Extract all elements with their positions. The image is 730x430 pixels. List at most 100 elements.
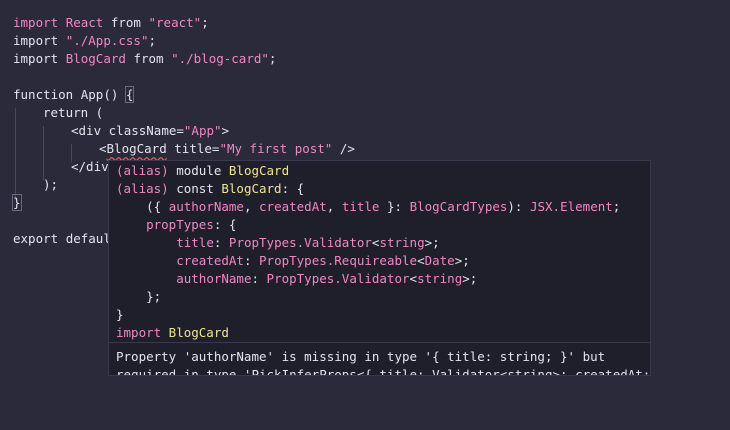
jsx-attr: title — [166, 141, 212, 156]
token: : — [251, 271, 267, 286]
token: < — [417, 253, 425, 268]
token: PropTypes.Validator — [228, 235, 372, 250]
token: }; — [116, 289, 162, 304]
string: "./App.css" — [65, 33, 149, 48]
code-line-6: return ( — [43, 104, 103, 122]
keyword: from — [133, 51, 164, 66]
error-message-continued: required in type 'PickInferProps<{ title… — [116, 367, 651, 376]
token: JSX.Element — [529, 199, 613, 214]
code-line-10: ); — [43, 176, 58, 194]
punct: > — [221, 123, 230, 138]
punct: ( — [88, 105, 104, 120]
jsx-close-tag: </div — [71, 159, 109, 174]
token: : — [243, 253, 260, 268]
string: "./blog-card" — [171, 51, 269, 66]
token: ): — [507, 199, 530, 214]
hover-line: ({ authorName, createdAt, title }: BlogC… — [116, 198, 620, 216]
punct: /> — [332, 141, 355, 156]
string: "App" — [183, 123, 222, 138]
code-line-7: <div className="App"> — [71, 122, 229, 140]
token: authorName — [176, 271, 252, 286]
punct: () — [103, 87, 126, 102]
keyword: defaul — [65, 231, 111, 246]
hover-line: (alias) const BlogCard: { — [116, 180, 304, 198]
code-editor[interactable]: import React from "react"; import "./App… — [0, 0, 730, 430]
function-name: App — [80, 87, 104, 102]
hover-line: createdAt: PropTypes.Requireable<Date>; — [116, 252, 470, 270]
token: , — [326, 199, 342, 214]
token: >; — [424, 235, 440, 250]
hover-line: } — [116, 306, 124, 324]
hover-tooltip[interactable]: (alias) module BlogCard (alias) const Bl… — [108, 160, 651, 376]
token: BlogCardTypes — [409, 199, 508, 214]
token: title — [176, 235, 214, 250]
punct: ); — [43, 177, 59, 192]
token: }: — [379, 199, 410, 214]
token: BlogCard — [228, 163, 290, 178]
hover-line: propTypes: { — [116, 216, 236, 234]
token: >; — [462, 271, 478, 286]
hover-line: title: PropTypes.Validator<string>; — [116, 234, 440, 252]
error-message: Property 'authorName' is missing in type… — [116, 349, 606, 364]
error-underlined-component[interactable]: BlogCard — [107, 141, 167, 156]
jsx-attr: className — [108, 123, 177, 138]
token: module — [168, 163, 229, 178]
code-line-8: <BlogCard title="My first post" /> — [99, 140, 355, 158]
tooltip-divider — [109, 342, 650, 343]
keyword: import — [13, 15, 59, 30]
identifier: BlogCard — [65, 51, 126, 66]
token: } — [116, 307, 124, 322]
token: Date — [424, 253, 455, 268]
token: ; — [612, 199, 621, 214]
token: BlogCard — [161, 325, 229, 340]
keyword: return — [43, 105, 89, 120]
matched-bracket: } — [12, 194, 22, 211]
token: const — [168, 181, 222, 196]
punct: ; — [268, 51, 277, 66]
token: import — [116, 325, 162, 340]
keyword: import — [13, 51, 59, 66]
string: "My first post" — [219, 141, 333, 156]
punct: ; — [148, 33, 157, 48]
token: : — [213, 235, 229, 250]
hover-line: import BlogCard — [116, 324, 229, 342]
token: PropTypes.Requireable — [259, 253, 418, 268]
hover-line: }; — [116, 288, 161, 306]
hover-line: (alias) module BlogCard — [116, 162, 289, 180]
code-line-1: import React from "react"; — [13, 14, 209, 32]
punct: = — [176, 123, 184, 138]
code-line-5: function App() { — [13, 86, 135, 104]
token: >; — [454, 253, 470, 268]
token: string — [417, 271, 463, 286]
token: authorName — [168, 199, 244, 214]
keyword: function — [13, 87, 74, 102]
token: PropTypes.Validator — [266, 271, 410, 286]
token: title — [341, 199, 380, 214]
token: ({ — [116, 199, 169, 214]
code-line-11: } — [12, 194, 22, 212]
token: (alias) — [116, 181, 169, 196]
matched-bracket: { — [124, 86, 135, 103]
indent-guide — [43, 126, 44, 180]
token: createdAt — [176, 253, 244, 268]
code-line-3: import BlogCard from "./blog-card"; — [13, 50, 276, 68]
code-line-2: import "./App.css"; — [13, 32, 156, 50]
indent-guide — [15, 108, 16, 200]
string: "react" — [148, 15, 202, 30]
keyword: from — [110, 15, 141, 30]
token: : { — [213, 217, 237, 232]
keyword: import — [13, 33, 59, 48]
token: < — [409, 271, 418, 286]
token: , — [243, 199, 260, 214]
token: (alias) — [116, 163, 169, 178]
keyword: export — [13, 231, 59, 246]
token: : { — [281, 181, 305, 196]
token: propTypes — [146, 217, 214, 232]
punct: ; — [201, 15, 209, 30]
identifier: React — [65, 15, 104, 30]
code-line-9: </div — [71, 158, 109, 176]
